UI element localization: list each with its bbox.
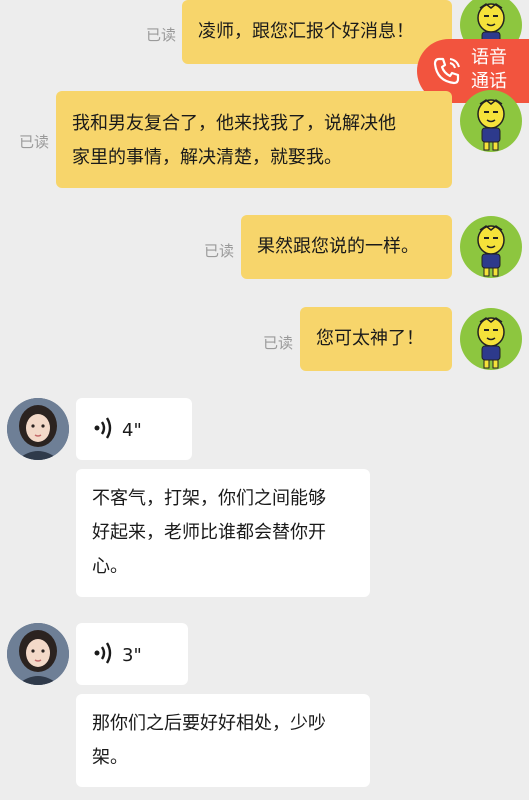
- message-text-line: 我和男友复合了，他来找我了，说解决他: [72, 113, 396, 134]
- cartoon-avatar-icon: [477, 99, 505, 151]
- read-status: 已读: [19, 133, 50, 151]
- cartoon-avatar-icon: [477, 225, 505, 277]
- message-bubble-sent[interactable]: 我和男友复合了，他来找我了，说解决他 家里的事情，解决清楚，就娶我。: [56, 91, 452, 188]
- message-bubble-sent[interactable]: 凌师，跟您汇报个好消息！: [182, 0, 452, 64]
- read-status: 已读: [146, 26, 177, 44]
- call-label-line1: 语音: [471, 47, 507, 68]
- avatar-contact[interactable]: [7, 623, 69, 685]
- voice-message-bubble[interactable]: 3": [76, 623, 188, 685]
- message-text: 果然跟您说的一样。: [257, 236, 419, 257]
- voice-duration: 4": [122, 420, 142, 441]
- message-bubble-received[interactable]: 那你们之后要好好相处，少吵 架。: [76, 694, 370, 787]
- avatar-self[interactable]: [460, 308, 522, 370]
- message-text-line: 好起来，老师比谁都会替你开: [92, 522, 326, 543]
- message-text-line: 那你们之后要好好相处，少吵: [92, 713, 326, 734]
- message-text-line: 架。: [92, 747, 128, 768]
- cartoon-avatar-icon: [477, 317, 505, 369]
- phone-icon: [433, 57, 460, 85]
- voice-wave-icon: [94, 642, 112, 664]
- message-text: 您可太神了！: [316, 328, 424, 349]
- avatar-self[interactable]: [460, 90, 522, 152]
- portrait-avatar-icon: [7, 623, 69, 685]
- message-text-line: 家里的事情，解决清楚，就娶我。: [72, 147, 342, 168]
- portrait-avatar-icon: [7, 398, 69, 460]
- avatar-contact[interactable]: [7, 398, 69, 460]
- voice-wave-icon: [94, 417, 112, 439]
- message-bubble-received[interactable]: 不客气，打架，你们之间能够 好起来，老师比谁都会替你开 心。: [76, 469, 370, 597]
- read-status: 已读: [263, 334, 294, 352]
- read-status: 已读: [204, 242, 235, 260]
- voice-message-bubble[interactable]: 4": [76, 398, 192, 460]
- message-bubble-sent[interactable]: 您可太神了！: [300, 307, 452, 371]
- voice-duration: 3": [122, 645, 142, 666]
- message-text-line: 心。: [92, 556, 128, 577]
- message-text-line: 不客气，打架，你们之间能够: [92, 488, 326, 509]
- avatar-self[interactable]: [460, 216, 522, 278]
- message-bubble-sent[interactable]: 果然跟您说的一样。: [241, 215, 452, 279]
- message-text: 凌师，跟您汇报个好消息！: [198, 21, 414, 42]
